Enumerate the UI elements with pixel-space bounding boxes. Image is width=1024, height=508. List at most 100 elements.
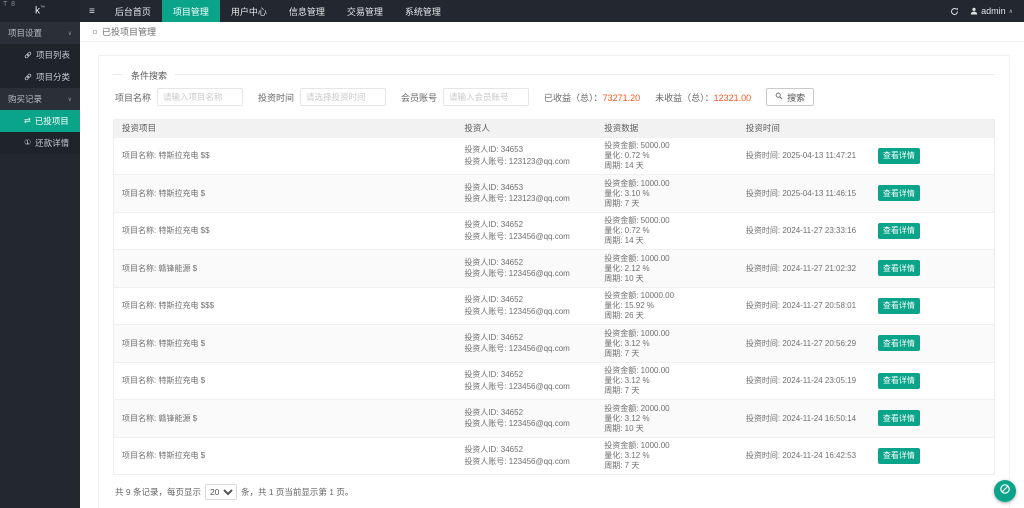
pagination-prefix: 共 9 条记录，每页显示	[115, 486, 201, 498]
project-name-cell: 项目名称: 赣锋能源 $	[114, 411, 456, 427]
nav-item-system[interactable]: 系统管理	[394, 0, 452, 22]
pagination-bar: 共 9 条记录，每页显示 20 条，共 1 页当前显示第 1 页。	[113, 475, 995, 502]
view-details-button[interactable]: 查看详情	[878, 410, 920, 426]
project-name-cell: 项目名称: 赣锋能源 $	[114, 261, 456, 277]
refresh-icon[interactable]	[950, 7, 959, 16]
nav-item-info[interactable]: 信息管理	[278, 0, 336, 22]
invest-time-input[interactable]	[300, 88, 386, 106]
member-account-input[interactable]	[443, 88, 529, 106]
view-details-button[interactable]: 查看详情	[878, 148, 920, 164]
per-page-select[interactable]: 20	[205, 484, 237, 500]
breadcrumb-marker-icon	[93, 30, 97, 34]
invest-data-cell: 投资金额: 1000.00 量化: 3.10 % 周期: 7 天	[596, 175, 738, 212]
invest-time-cell: 投资时间: 2024-11-27 20:56:29	[738, 336, 870, 352]
nav-item-dashboard[interactable]: 后台首页	[104, 0, 162, 22]
header-data: 投资数据	[596, 120, 738, 137]
search-button[interactable]: 搜索	[766, 88, 814, 106]
view-details-button[interactable]: 查看详情	[878, 373, 920, 389]
table-row: 项目名称: 赣锋能源 $ 投资人ID: 34652 投资人账号: 123456@…	[114, 249, 994, 287]
sidebar: 项目设置 ∨ 项目列表 项目分类 购买记录 ∨ ⇄ 已投项目 ① 还款详情	[0, 22, 80, 508]
header-project: 投资项目	[114, 120, 456, 137]
topbar-right: admin ∧	[950, 0, 1024, 22]
table-row: 项目名称: 特斯拉充电 $ 投资人ID: 34653 投资人账号: 123123…	[114, 174, 994, 212]
view-details-button[interactable]: 查看详情	[878, 260, 920, 276]
invest-data-cell: 投资金额: 2000.00 量化: 3.12 % 周期: 10 天	[596, 400, 738, 437]
invest-time-field: 投资时间	[258, 88, 386, 106]
member-account-label: 会员账号	[401, 91, 437, 104]
info-circle-icon: ①	[24, 139, 31, 147]
investor-cell: 投资人ID: 34652 投资人账号: 123456@qq.com	[456, 405, 596, 432]
actions-cell: 查看详情	[870, 220, 994, 242]
page-title: 已投项目管理	[102, 25, 156, 38]
nav-item-users[interactable]: 用户中心	[220, 0, 278, 22]
earned-total: 已收益（总）：73271.20	[544, 91, 640, 104]
sidebar-group-purchase-records[interactable]: 购买记录 ∨	[0, 88, 80, 110]
actions-cell: 查看详情	[870, 257, 994, 279]
sidebar-item-project-category[interactable]: 项目分类	[0, 66, 80, 88]
pagination-suffix: 条，共 1 页当前显示第 1 页。	[241, 486, 353, 498]
actions-cell: 查看详情	[870, 295, 994, 317]
unearned-total-value: 12321.00	[714, 93, 752, 103]
actions-cell: 查看详情	[870, 445, 994, 467]
table-row: 项目名称: 特斯拉充电 $ 投资人ID: 34652 投资人账号: 123456…	[114, 324, 994, 362]
invest-time-cell: 投资时间: 2024-11-27 23:33:16	[738, 223, 870, 239]
sidebar-item-repayment-details[interactable]: ① 还款详情	[0, 132, 80, 154]
breadcrumb: 已投项目管理	[80, 22, 1024, 42]
project-name-input[interactable]	[157, 88, 243, 106]
project-name-label: 项目名称	[115, 91, 151, 104]
search-row: 项目名称 投资时间 会员账号 已收益（总）：73271.20	[113, 75, 995, 117]
table-row: 项目名称: 特斯拉充电 $$ 投资人ID: 34652 投资人账号: 12345…	[114, 212, 994, 250]
invest-data-cell: 投资金额: 1000.00 量化: 3.12 % 周期: 7 天	[596, 438, 738, 475]
investor-cell: 投资人ID: 34652 投资人账号: 123456@qq.com	[456, 367, 596, 394]
brand-logo: k™	[35, 5, 45, 16]
sidebar-item-project-list[interactable]: 项目列表	[0, 44, 80, 66]
actions-cell: 查看详情	[870, 332, 994, 354]
sidebar-group-project-settings[interactable]: 项目设置 ∨	[0, 22, 80, 44]
slash-circle-icon	[999, 482, 1011, 500]
investor-cell: 投资人ID: 34653 投资人账号: 123123@qq.com	[456, 142, 596, 169]
logo-area: T 8 k™	[0, 0, 80, 22]
search-fieldset: 条件搜索 项目名称 投资时间 会员账号 已收益（总）：	[113, 74, 995, 117]
project-name-cell: 项目名称: 特斯拉充电 $	[114, 448, 456, 464]
link-icon	[24, 51, 32, 59]
view-details-button[interactable]: 查看详情	[878, 448, 920, 464]
project-name-cell: 项目名称: 特斯拉充电 $	[114, 373, 456, 389]
top-nav-menu: 后台首页 项目管理 用户中心 信息管理 交易管理 系统管理	[104, 0, 452, 22]
chevron-down-icon: ∨	[68, 96, 72, 103]
view-details-button[interactable]: 查看详情	[878, 185, 920, 201]
investor-cell: 投资人ID: 34652 投资人账号: 123456@qq.com	[456, 292, 596, 319]
invest-data-cell: 投资金额: 10000.00 量化: 15.92 % 周期: 26 天	[596, 288, 738, 325]
view-details-button[interactable]: 查看详情	[878, 335, 920, 351]
table-row: 项目名称: 特斯拉充电 $ 投资人ID: 34652 投资人账号: 123456…	[114, 437, 994, 475]
nav-item-projects[interactable]: 项目管理	[162, 0, 220, 22]
nav-item-trades[interactable]: 交易管理	[336, 0, 394, 22]
table-header: 投资项目 投资人 投资数据 投资时间	[114, 120, 994, 137]
invest-time-cell: 投资时间: 2024-11-27 21:02:32	[738, 261, 870, 277]
invest-data-cell: 投资金额: 5000.00 量化: 0.72 % 周期: 14 天	[596, 138, 738, 175]
view-details-button[interactable]: 查看详情	[878, 223, 920, 239]
logo-mini-text: T 8	[3, 1, 16, 8]
invest-time-cell: 投资时间: 2024-11-24 16:50:14	[738, 411, 870, 427]
invest-time-cell: 投资时间: 2024-11-24 23:05:19	[738, 373, 870, 389]
sidebar-item-invested-projects[interactable]: ⇄ 已投项目	[0, 110, 80, 132]
table-body: 项目名称: 特斯拉充电 $$ 投资人ID: 34653 投资人账号: 12312…	[114, 137, 994, 475]
floating-action-button[interactable]	[994, 480, 1016, 502]
invested-projects-table: 投资项目 投资人 投资数据 投资时间 项目名称: 特斯拉充电 $$ 投资人ID:…	[113, 119, 995, 475]
actions-cell: 查看详情	[870, 145, 994, 167]
member-account-field: 会员账号	[401, 88, 529, 106]
exchange-icon: ⇄	[24, 117, 31, 125]
project-name-cell: 项目名称: 特斯拉充电 $	[114, 336, 456, 352]
actions-cell: 查看详情	[870, 407, 994, 429]
project-name-cell: 项目名称: 特斯拉充电 $$$	[114, 298, 456, 314]
admin-app: T 8 k™ ≡ 后台首页 项目管理 用户中心 信息管理 交易管理 系统管理 a…	[0, 0, 1024, 508]
investor-cell: 投资人ID: 34652 投资人账号: 123456@qq.com	[456, 330, 596, 357]
admin-dropdown[interactable]: admin ∧	[970, 6, 1013, 16]
table-row: 项目名称: 特斯拉充电 $$ 投资人ID: 34653 投资人账号: 12312…	[114, 137, 994, 175]
unearned-total: 未收益（总）：12321.00	[655, 91, 751, 104]
project-name-field: 项目名称	[115, 88, 243, 106]
header-time: 投资时间	[738, 120, 870, 137]
view-details-button[interactable]: 查看详情	[878, 298, 920, 314]
sidebar-collapse-button[interactable]: ≡	[80, 0, 104, 22]
chevron-up-icon: ∧	[1009, 8, 1013, 15]
project-name-cell: 项目名称: 特斯拉充电 $$	[114, 223, 456, 239]
